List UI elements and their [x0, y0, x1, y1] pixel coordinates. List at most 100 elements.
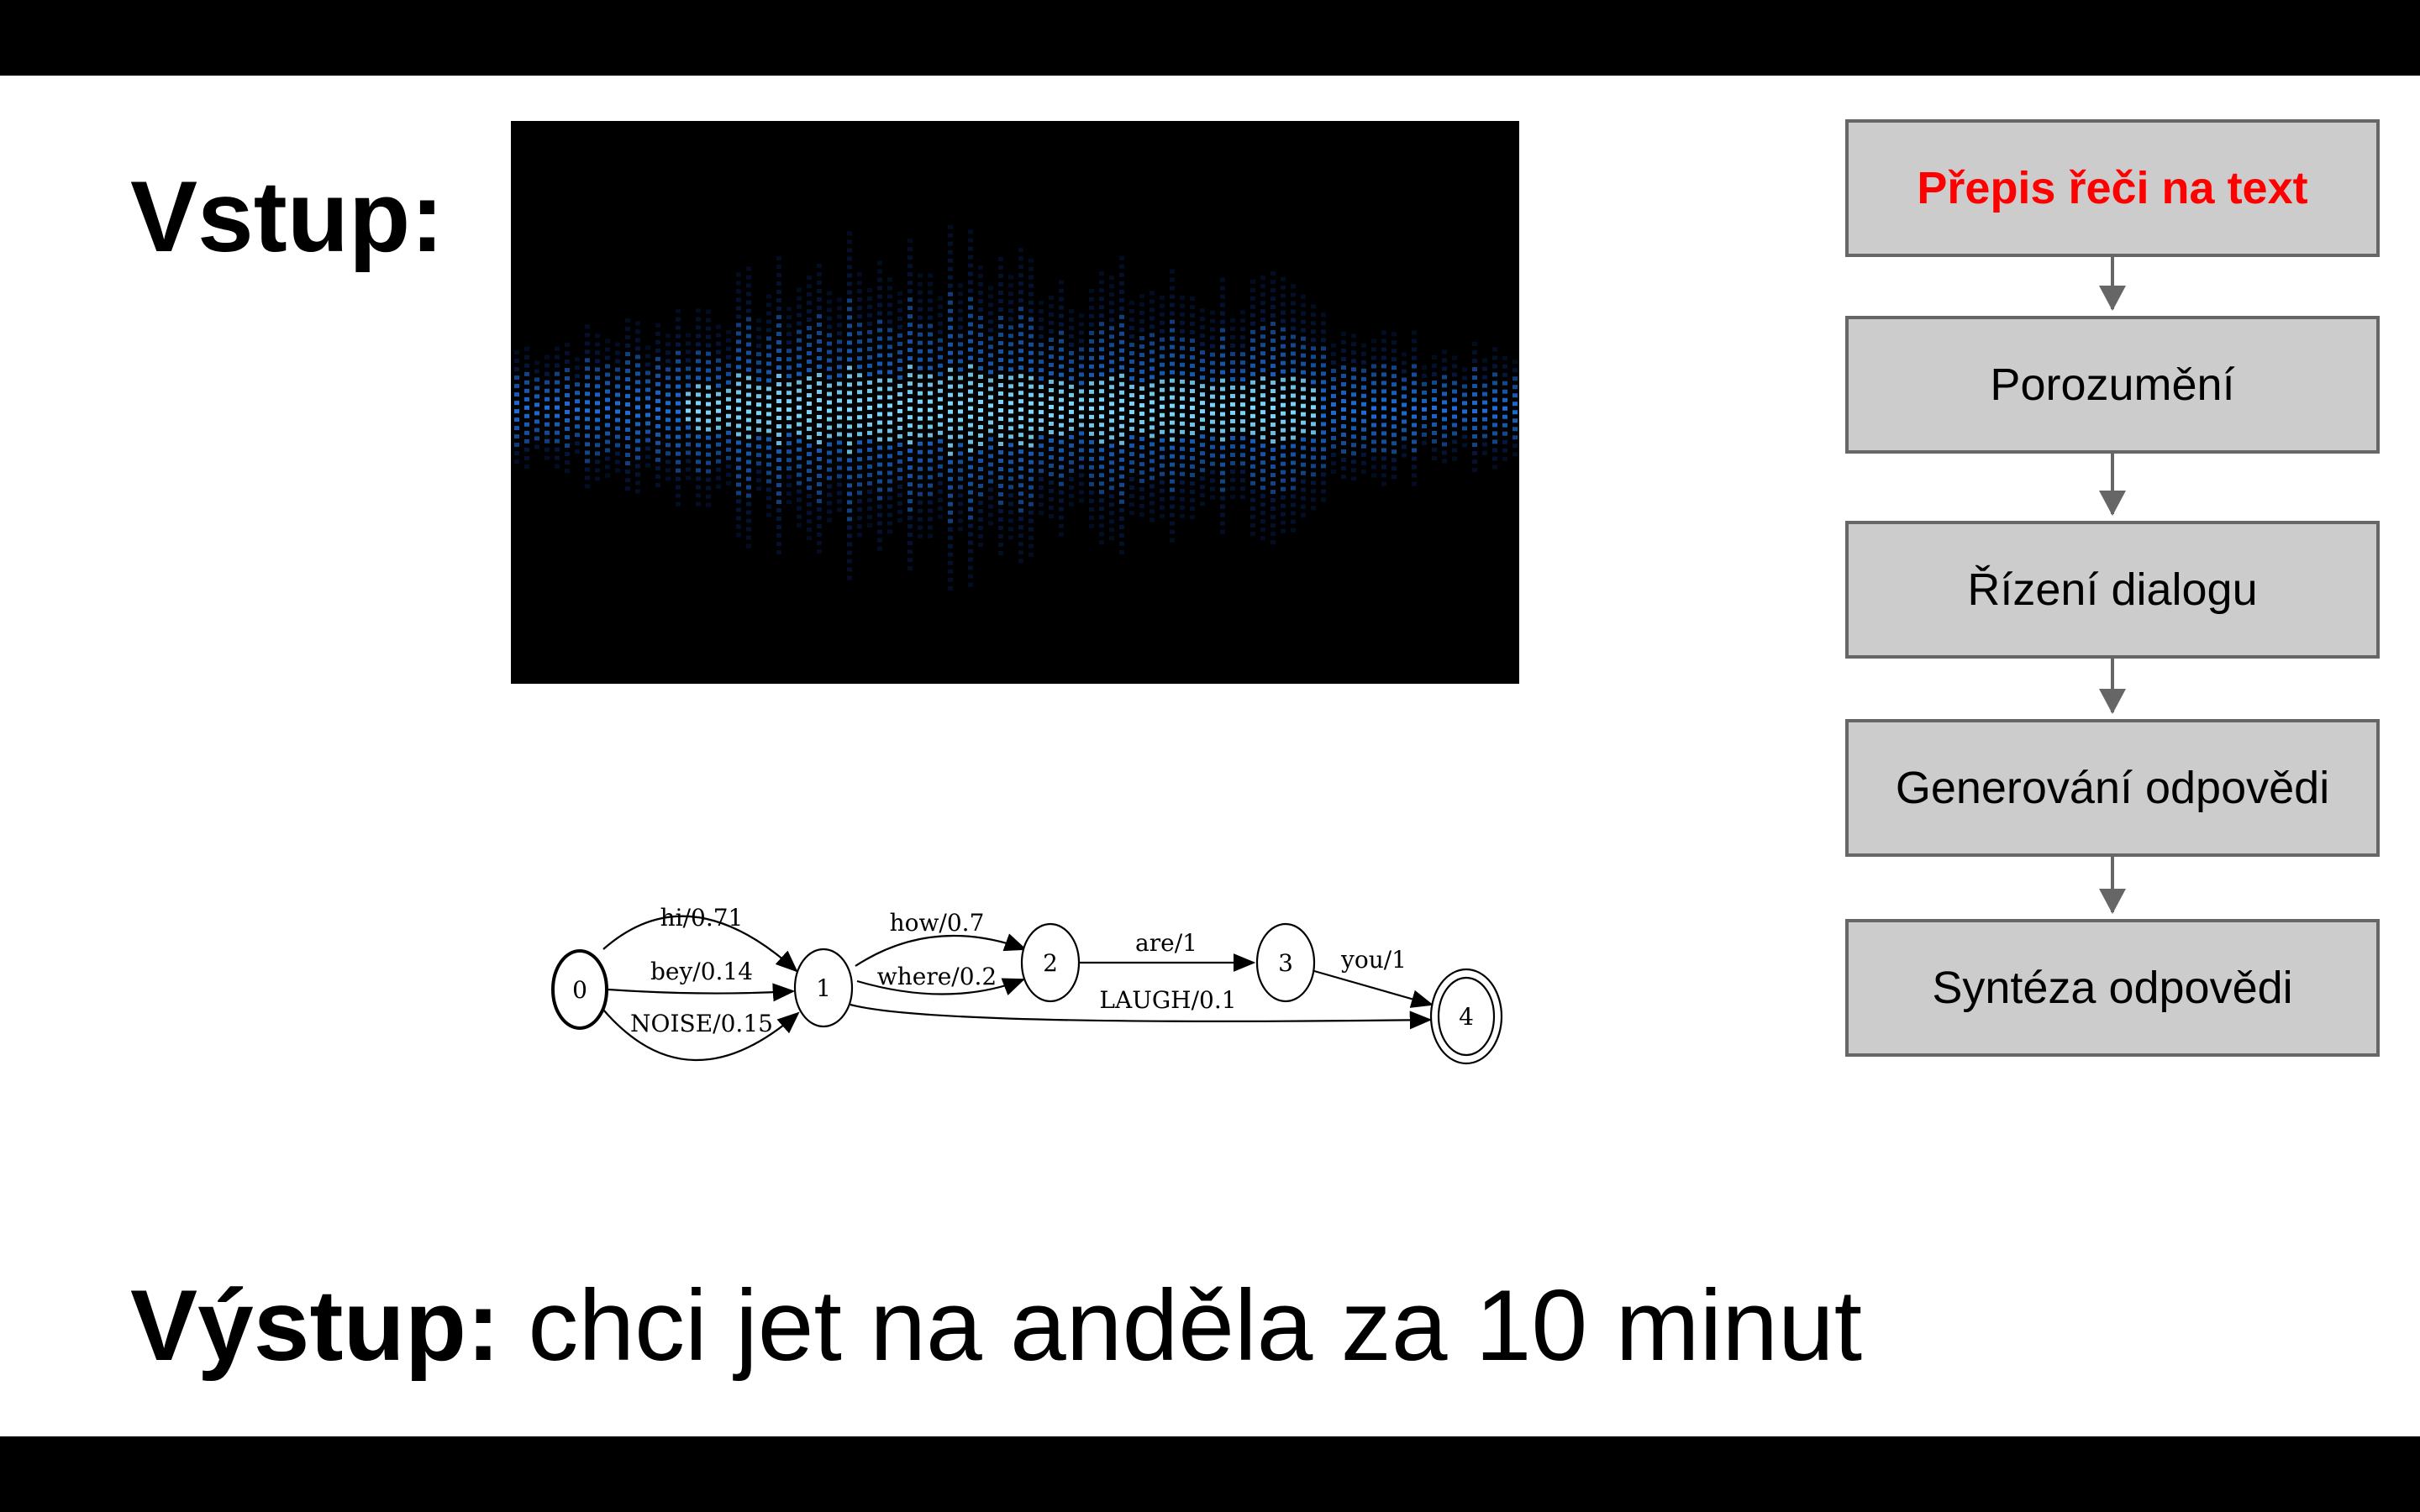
waveform-dot	[514, 434, 519, 439]
waveform-dot	[1119, 272, 1124, 277]
waveform-dot	[1260, 360, 1265, 365]
waveform-dot	[1371, 439, 1376, 444]
waveform-dot	[1281, 285, 1286, 290]
waveform-dot	[847, 407, 852, 412]
waveform-dot	[615, 409, 620, 414]
waveform-dot	[988, 437, 993, 442]
waveform-dot	[1492, 423, 1497, 428]
waveform-dot	[1452, 397, 1457, 402]
waveform-dot	[1059, 364, 1064, 369]
waveform-dot	[958, 342, 963, 347]
waveform-dot	[1341, 433, 1346, 438]
output-line: Výstup: chci jet na anděla za 10 minut	[130, 1275, 1862, 1376]
waveform-dot	[1139, 496, 1144, 501]
waveform-dot	[817, 448, 822, 453]
waveform-dot	[1492, 364, 1497, 369]
waveform-dot	[1200, 451, 1205, 456]
waveform-dot	[1250, 531, 1255, 536]
waveform-dot	[655, 356, 660, 361]
waveform-dot	[544, 396, 550, 402]
waveform-dot	[958, 443, 963, 448]
waveform-dot	[625, 478, 630, 483]
waveform-dot	[1049, 303, 1054, 308]
waveform-dot	[746, 417, 751, 423]
waveform-dot	[1150, 442, 1155, 447]
waveform-dot	[1250, 522, 1255, 528]
waveform-dot	[1018, 248, 1023, 253]
waveform-dot	[1039, 318, 1044, 323]
waveform-dot	[655, 331, 660, 336]
waveform-dot	[877, 496, 882, 501]
waveform-dot	[857, 272, 862, 277]
waveform-dot	[1311, 354, 1316, 360]
waveform-dot	[998, 256, 1003, 261]
waveform-dot	[1099, 423, 1104, 428]
waveform-dot	[1240, 386, 1245, 391]
waveform-dot	[1170, 470, 1175, 475]
waveform-dot	[1442, 417, 1447, 422]
waveform-dot	[635, 480, 640, 486]
waveform-dot	[1139, 504, 1144, 509]
waveform-dot	[1260, 519, 1265, 524]
waveform-dot	[837, 449, 842, 454]
waveform-dot	[918, 525, 923, 530]
waveform-dot	[948, 325, 953, 330]
waveform-dot	[655, 365, 660, 370]
waveform-dot	[1079, 456, 1084, 461]
waveform-dot	[1079, 347, 1084, 352]
waveform-dot	[776, 281, 781, 286]
waveform-dot	[1150, 400, 1155, 405]
waveform-dot	[817, 515, 822, 520]
waveform-dot	[1008, 275, 1013, 280]
waveform-dot	[948, 577, 953, 582]
waveform-dot	[1472, 359, 1477, 364]
waveform-dot	[1230, 385, 1235, 390]
waveform-dot	[847, 231, 852, 236]
wfst-graph: 0 1 2 3 4 hi/0.71 bey/0.14 NOISE/0.15 ho…	[551, 904, 1503, 1065]
waveform-dot	[615, 443, 620, 448]
input-label: Vstup:	[130, 160, 445, 273]
waveform-dot	[1311, 371, 1316, 376]
waveform-dot	[555, 455, 560, 460]
waveform-dot	[706, 402, 711, 407]
waveform-dot	[1170, 328, 1175, 333]
waveform-dot	[887, 420, 892, 425]
waveform-dot	[514, 359, 519, 364]
waveform-dot	[897, 417, 902, 422]
waveform-dot	[605, 347, 610, 352]
waveform-dot	[847, 550, 852, 555]
waveform-dot	[1321, 472, 1326, 477]
waveform-dot	[1210, 478, 1215, 483]
waveform-dot	[585, 400, 590, 405]
waveform-dot	[1301, 496, 1306, 501]
waveform-dot	[1371, 347, 1376, 352]
waveform-dot	[827, 333, 832, 338]
waveform-dot	[1139, 311, 1144, 316]
waveform-dot	[1129, 334, 1134, 339]
waveform-dot	[1069, 501, 1074, 507]
waveform-dot	[1281, 335, 1286, 340]
waveform-dot	[1371, 397, 1376, 402]
waveform-dot	[716, 475, 721, 480]
waveform-dot	[1270, 347, 1276, 352]
waveform-dot	[998, 357, 1003, 362]
waveform-dot	[908, 247, 913, 252]
waveform-dot	[544, 413, 550, 418]
waveform-dot	[1200, 476, 1205, 481]
waveform-dot	[1220, 512, 1225, 517]
waveform-dot	[655, 373, 660, 378]
waveform-dot	[908, 306, 913, 311]
waveform-dot	[998, 290, 1003, 295]
waveform-dot	[1190, 372, 1195, 377]
waveform-dot	[766, 353, 771, 358]
waveform-dot	[696, 325, 701, 330]
waveform-dot	[908, 281, 913, 286]
waveform-dot	[555, 371, 560, 376]
waveform-dot	[1270, 490, 1276, 495]
waveform-dot	[807, 486, 812, 491]
waveform-dot	[676, 476, 681, 481]
waveform-dot	[1301, 395, 1306, 400]
waveform-dot	[1028, 367, 1034, 372]
waveform-dot	[1291, 301, 1296, 306]
waveform-dot	[746, 459, 751, 465]
